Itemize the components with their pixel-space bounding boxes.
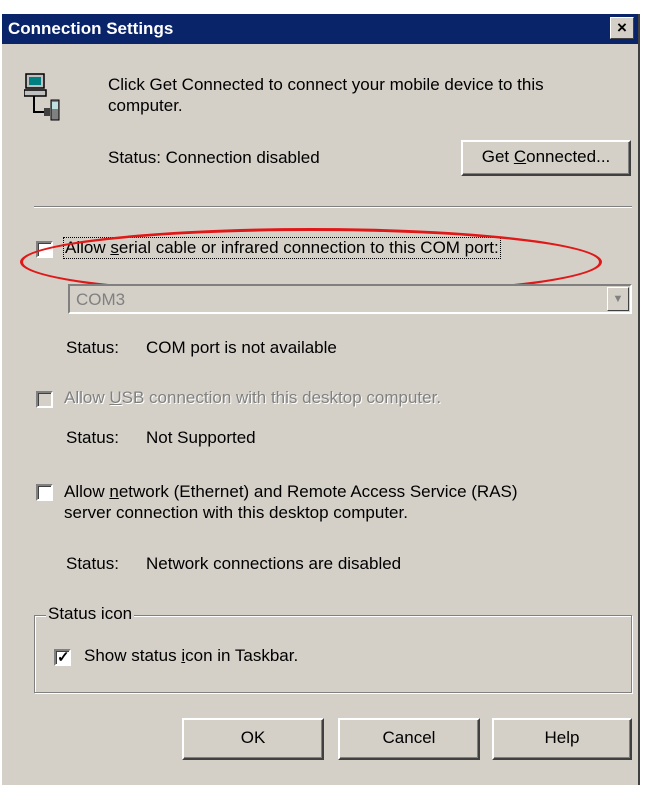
usb-checkbox-label[interactable]: Allow USB connection with this desktop c…	[64, 388, 441, 408]
com-port-selected-value: COM3	[76, 290, 126, 309]
connection-settings-dialog: Connection Settings × Click Get Connecte…	[2, 14, 640, 785]
usb-checkbox[interactable]	[36, 391, 53, 408]
ok-button[interactable]: OK	[182, 718, 324, 760]
com-port-select[interactable]: COM3 ▼	[68, 284, 632, 314]
get-connected-label-start: Get	[481, 147, 514, 166]
help-button[interactable]: Help	[492, 718, 632, 760]
title-bar: Connection Settings ×	[2, 14, 638, 44]
usb-label-start: Allow	[64, 388, 110, 407]
network-checkbox[interactable]	[36, 484, 53, 501]
network-label-line2: server connection with this desktop comp…	[64, 503, 408, 522]
network-label-line1-end: etwork (Ethernet) and Remote Access Serv…	[118, 482, 518, 501]
network-checkbox-label[interactable]: Allow network (Ethernet) and Remote Acce…	[64, 481, 518, 523]
intro-text-line1: Click Get Connected to connect your mobi…	[108, 75, 544, 94]
get-connected-accelerator: C	[513, 147, 527, 166]
window-title: Connection Settings	[8, 19, 174, 38]
checkmark-icon: ✓	[57, 649, 70, 666]
status-icon-label-end: con in Taskbar.	[185, 646, 299, 665]
close-button[interactable]: ×	[610, 17, 634, 39]
usb-accelerator: U	[109, 388, 122, 407]
intro-text-line2: computer.	[108, 96, 183, 115]
status-icon-group-legend: Status icon	[46, 604, 135, 624]
divider	[34, 206, 632, 208]
usb-status-label: Status:	[66, 428, 119, 447]
dropdown-arrow-icon[interactable]: ▼	[607, 287, 629, 311]
connection-status: Status: Connection disabled	[108, 148, 320, 167]
network-status-value: Network connections are disabled	[146, 554, 402, 573]
computer-and-mobile-device-icon	[24, 73, 60, 121]
usb-status-value: Not Supported	[146, 428, 256, 447]
show-status-icon-label[interactable]: Show status icon in Taskbar.	[84, 646, 298, 666]
intro-text: Click Get Connected to connect your mobi…	[108, 74, 544, 116]
network-accelerator: n	[109, 482, 119, 501]
get-connected-label-end: onnected...	[526, 147, 611, 166]
network-status-label: Status:	[66, 554, 119, 573]
get-connected-button[interactable]: Get Connected...	[461, 140, 631, 176]
network-label-start: Allow	[64, 482, 110, 501]
com-port-status-value: COM port is not available	[146, 338, 337, 357]
status-icon-label-start: Show status	[84, 646, 182, 665]
usb-label-end: SB connection with this desktop computer…	[121, 388, 442, 407]
cancel-button[interactable]: Cancel	[338, 718, 480, 760]
show-status-icon-checkbox[interactable]: ✓	[54, 649, 71, 666]
com-port-status-label: Status:	[66, 338, 119, 357]
close-icon: ×	[617, 18, 627, 37]
